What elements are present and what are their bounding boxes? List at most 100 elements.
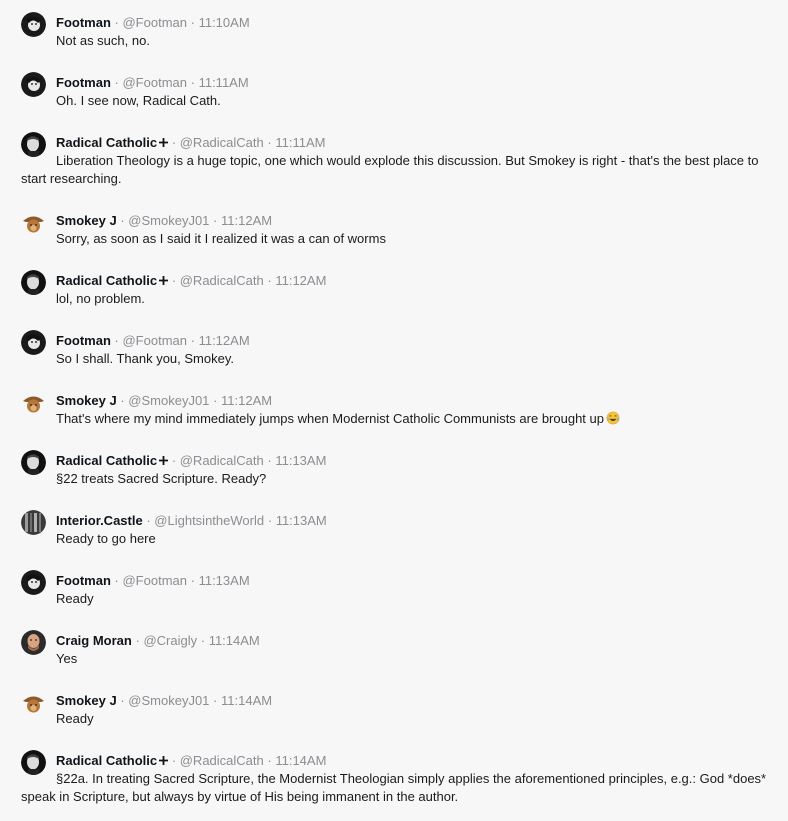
craig-avatar[interactable] — [21, 630, 46, 655]
message-text: So I shall. Thank you, Smokey. — [56, 351, 234, 366]
timestamp[interactable]: 11:12AM — [221, 213, 272, 228]
timestamp[interactable]: 11:13AM — [275, 453, 326, 468]
separator: · — [135, 633, 140, 648]
interior-castle-avatar[interactable] — [21, 510, 46, 535]
chat-message: Radical Catholic · @RadicalCath · 11:13A… — [21, 450, 772, 488]
message-text: Ready to go here — [56, 531, 156, 546]
footman-avatar[interactable] — [21, 72, 46, 97]
timestamp[interactable]: 11:12AM — [221, 393, 272, 408]
footman-avatar[interactable] — [21, 570, 46, 595]
author-name[interactable]: Smokey J — [56, 393, 117, 408]
separator: · — [190, 75, 195, 90]
author-handle[interactable]: @RadicalCath — [180, 135, 264, 150]
chat-message: Interior.Castle · @LightsintheWorld · 11… — [21, 510, 772, 548]
author-name[interactable]: Radical Catholic — [56, 273, 157, 288]
cross-icon — [159, 456, 169, 465]
author-handle[interactable]: @RadicalCath — [180, 753, 264, 768]
separator: · — [171, 453, 177, 468]
timestamp[interactable]: 11:14AM — [209, 633, 260, 648]
author-handle[interactable]: @Footman — [122, 75, 187, 90]
footman-avatar[interactable] — [21, 12, 46, 37]
timestamp[interactable]: 11:14AM — [221, 693, 272, 708]
message-meta: Smokey J · @SmokeyJ01 · 11:12AM — [56, 392, 772, 410]
timestamp[interactable]: 11:14AM — [275, 753, 326, 768]
author-handle[interactable]: @LightsintheWorld — [154, 513, 264, 528]
cross-icon — [159, 756, 169, 765]
timestamp[interactable]: 11:12AM — [199, 333, 250, 348]
separator: · — [267, 273, 272, 288]
message-text: Not as such, no. — [56, 33, 150, 48]
author-handle[interactable]: @RadicalCath — [180, 273, 264, 288]
chat-message: Smokey J · @SmokeyJ01 · 11:12AM That's w… — [21, 390, 772, 428]
author-name[interactable]: Footman — [56, 333, 111, 348]
author-name[interactable]: Interior.Castle — [56, 513, 143, 528]
smokey-avatar[interactable] — [21, 210, 46, 235]
separator: · — [190, 15, 195, 30]
author-handle[interactable]: @Craigly — [143, 633, 197, 648]
timestamp[interactable]: 11:11AM — [199, 75, 249, 90]
separator: · — [171, 135, 177, 150]
author-handle[interactable]: @Footman — [122, 333, 187, 348]
radical-catholic-avatar[interactable] — [21, 270, 46, 295]
author-handle[interactable]: @RadicalCath — [180, 453, 264, 468]
timestamp[interactable]: 11:13AM — [199, 573, 250, 588]
smokey-avatar[interactable] — [21, 690, 46, 715]
message-text-body: Liberation Theology is a huge topic, one… — [21, 153, 759, 186]
separator: · — [190, 573, 195, 588]
timestamp[interactable]: 11:13AM — [276, 513, 327, 528]
message-text: Liberation Theology is a huge topic, one… — [21, 152, 772, 188]
message-meta: Interior.Castle · @LightsintheWorld · 11… — [56, 512, 772, 530]
chat-message: Footman · @Footman · 11:13AM Ready — [21, 570, 772, 608]
separator: · — [267, 513, 273, 528]
message-meta: Radical Catholic · @RadicalCath · 11:13A… — [56, 452, 772, 470]
separator: · — [200, 633, 206, 648]
author-handle[interactable]: @SmokeyJ01 — [128, 213, 209, 228]
message-text: lol, no problem. — [56, 291, 145, 306]
separator: · — [114, 75, 119, 90]
separator: · — [213, 693, 218, 708]
message-meta: Footman · @Footman · 11:10AM — [56, 14, 772, 32]
message-meta: Radical Catholic · @RadicalCath · 11:14A… — [56, 752, 772, 770]
message-text: Yes — [56, 651, 78, 666]
author-handle[interactable]: @SmokeyJ01 — [128, 693, 209, 708]
cross-icon — [159, 276, 169, 285]
separator: · — [190, 333, 195, 348]
message-meta: Craig Moran · @Craigly · 11:14AM — [56, 632, 772, 650]
chat-message: Footman · @Footman · 11:10AM Not as such… — [21, 12, 772, 50]
timestamp[interactable]: 11:11AM — [275, 135, 325, 150]
author-handle[interactable]: @SmokeyJ01 — [128, 393, 209, 408]
message-meta: Footman · @Footman · 11:13AM — [56, 572, 772, 590]
separator: · — [114, 333, 119, 348]
separator: · — [171, 753, 177, 768]
radical-catholic-avatar[interactable] — [21, 750, 46, 775]
separator: · — [120, 693, 125, 708]
author-name[interactable]: Smokey J — [56, 693, 117, 708]
footman-avatar[interactable] — [21, 330, 46, 355]
message-meta: Footman · @Footman · 11:11AM — [56, 74, 772, 92]
author-name[interactable]: Footman — [56, 75, 111, 90]
message-text: That's where my mind immediately jumps w… — [56, 410, 772, 428]
message-meta: Footman · @Footman · 11:12AM — [56, 332, 772, 350]
separator: · — [114, 573, 119, 588]
smokey-avatar[interactable] — [21, 390, 46, 415]
chat-feed: Footman · @Footman · 11:10AM Not as such… — [0, 0, 788, 821]
chat-message: Footman · @Footman · 11:12AM So I shall.… — [21, 330, 772, 368]
author-handle[interactable]: @Footman — [122, 573, 187, 588]
author-name[interactable]: Radical Catholic — [56, 453, 157, 468]
author-name[interactable]: Craig Moran — [56, 633, 132, 648]
author-name[interactable]: Footman — [56, 15, 111, 30]
cross-icon — [159, 138, 169, 147]
author-name[interactable]: Radical Catholic — [56, 753, 157, 768]
radical-catholic-avatar[interactable] — [21, 132, 46, 157]
timestamp[interactable]: 11:12AM — [275, 273, 326, 288]
radical-catholic-avatar[interactable] — [21, 450, 46, 475]
author-name[interactable]: Smokey J — [56, 213, 117, 228]
separator: · — [120, 213, 125, 228]
author-name[interactable]: Radical Catholic — [56, 135, 157, 150]
author-name[interactable]: Footman — [56, 573, 111, 588]
separator: · — [171, 273, 177, 288]
author-handle[interactable]: @Footman — [122, 15, 187, 30]
chat-message: Radical Catholic · @RadicalCath · 11:11A… — [21, 132, 772, 188]
timestamp[interactable]: 11:10AM — [199, 15, 250, 30]
separator: · — [267, 753, 272, 768]
